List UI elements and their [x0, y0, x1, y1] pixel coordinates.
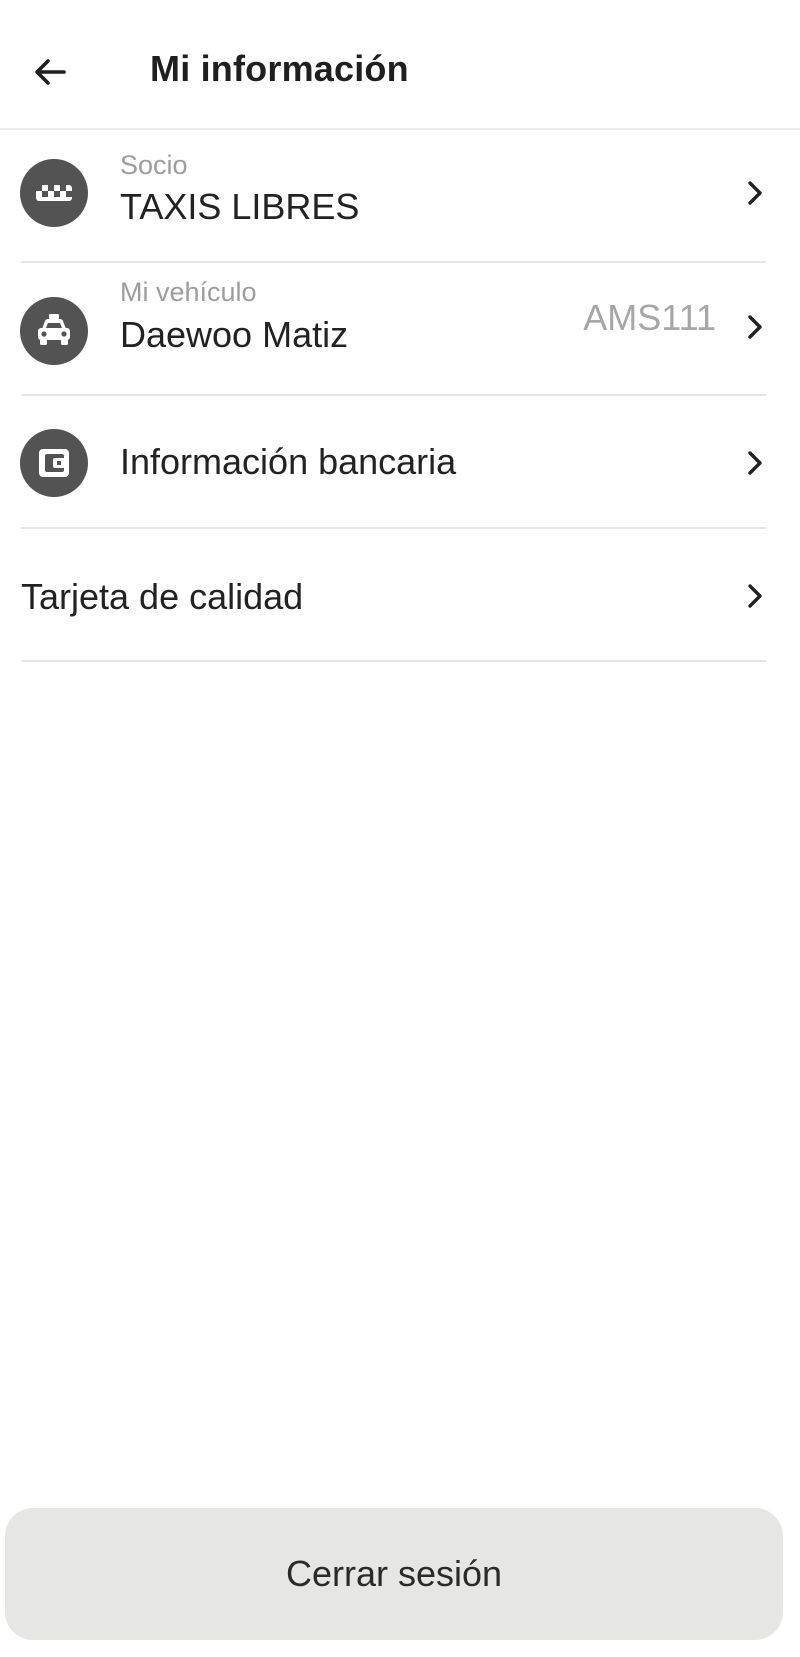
bank-info-label: Información bancaria — [120, 441, 457, 482]
back-button[interactable] — [22, 44, 78, 100]
logout-button[interactable]: Cerrar sesión — [5, 1508, 783, 1640]
wallet-icon — [20, 429, 88, 497]
vehicle-label: Mi vehículo — [120, 277, 257, 307]
chevron-right-icon — [740, 448, 770, 478]
bank-info-row[interactable]: Información bancaria — [0, 396, 800, 529]
arrow-left-icon — [35, 59, 66, 85]
app-header: Mi información — [0, 0, 800, 130]
vehicle-row[interactable]: Mi vehículo Daewoo Matiz AMS111 — [0, 263, 800, 396]
chevron-right-icon — [740, 178, 770, 208]
quality-card-label: Tarjeta de calidad — [21, 576, 304, 617]
page-title: Mi información — [150, 48, 409, 89]
chevron-right-icon — [740, 312, 770, 342]
partner-name: TAXIS LIBRES — [120, 186, 360, 227]
car-icon — [20, 297, 88, 365]
my-information-screen: Mi información Socio TAXIS LIBRES Mi veh… — [0, 0, 800, 1657]
vehicle-model: Daewoo Matiz — [120, 314, 349, 355]
partner-row[interactable]: Socio TAXIS LIBRES — [0, 130, 800, 263]
quality-card-row[interactable]: Tarjeta de calidad — [0, 529, 800, 662]
row-divider — [21, 660, 766, 662]
vehicle-plate: AMS111 — [583, 297, 716, 338]
partner-label: Socio — [120, 150, 188, 180]
chevron-right-icon — [740, 581, 770, 611]
taxi-checker-icon — [20, 159, 88, 227]
